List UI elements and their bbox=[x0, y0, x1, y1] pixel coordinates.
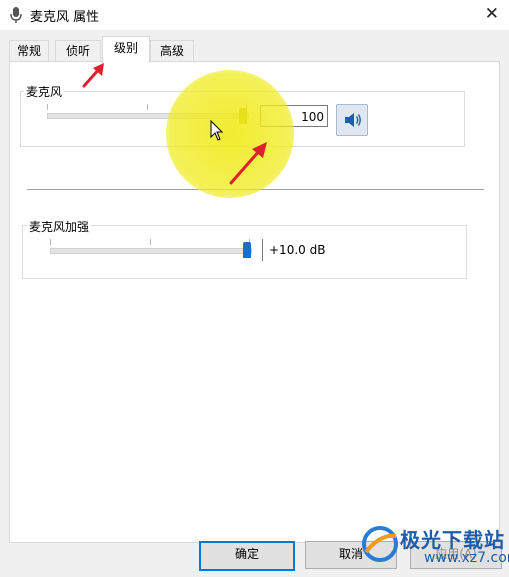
annotation-arrow-icon bbox=[229, 142, 267, 185]
microphone-slider-thumb[interactable] bbox=[239, 108, 247, 124]
window-title: 麦克风 属性 bbox=[30, 10, 100, 25]
apply-button[interactable]: 应用(A) bbox=[410, 541, 502, 569]
slider-tick bbox=[147, 104, 148, 110]
speaker-icon bbox=[345, 113, 361, 127]
mouse-cursor-icon bbox=[210, 120, 224, 141]
microphone-boost-label: 麦克风加强 bbox=[27, 218, 92, 235]
microphone-label: 麦克风 bbox=[24, 83, 65, 100]
microphone-icon bbox=[10, 7, 22, 23]
microphone-slider-track[interactable] bbox=[47, 113, 249, 119]
boost-slider-thumb[interactable] bbox=[243, 242, 251, 258]
title-bar: 麦克风 属性 ✕ bbox=[0, 0, 509, 30]
tab-listen[interactable]: 侦听 bbox=[55, 40, 101, 61]
tab-levels[interactable]: 级别 bbox=[102, 36, 150, 63]
slider-tick bbox=[50, 239, 51, 245]
boost-level-value: +10.0 dB bbox=[262, 239, 326, 261]
close-icon[interactable]: ✕ bbox=[485, 4, 499, 24]
slider-tick bbox=[150, 239, 151, 245]
slider-tick bbox=[47, 104, 48, 110]
mute-button[interactable] bbox=[336, 104, 368, 136]
annotation-arrow-icon bbox=[82, 63, 104, 88]
tab-advanced[interactable]: 高级 bbox=[150, 40, 194, 61]
cancel-button[interactable]: 取消 bbox=[305, 541, 397, 569]
tab-general[interactable]: 常规 bbox=[9, 40, 49, 61]
boost-slider-track[interactable] bbox=[50, 248, 252, 254]
microphone-level-value[interactable]: 100 bbox=[260, 105, 328, 127]
section-divider bbox=[27, 189, 484, 190]
ok-button[interactable]: 确定 bbox=[199, 541, 295, 571]
